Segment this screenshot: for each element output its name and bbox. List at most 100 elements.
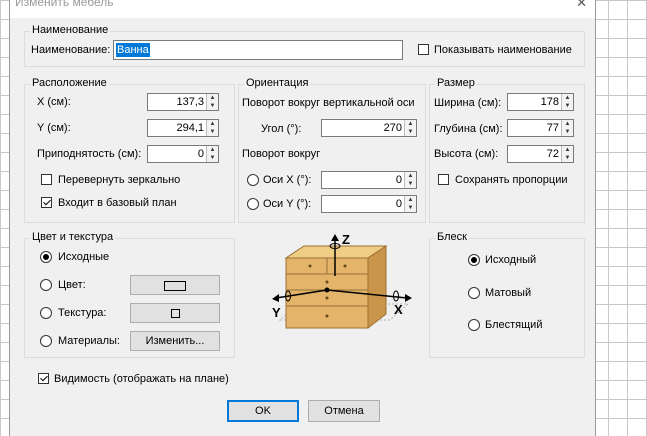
base-plan-checkbox[interactable] [41, 197, 52, 208]
matte-radio[interactable] [468, 287, 480, 299]
spin-up-icon[interactable]: ▲ [562, 120, 573, 128]
texture-swatch-icon [170, 309, 180, 318]
location-group-label: Расположение [30, 77, 109, 89]
y-field[interactable]: 294,1 ▲ ▼ [147, 119, 219, 137]
keep-proportions-label: Сохранять пропорции [455, 174, 568, 186]
axis-y-radio[interactable] [247, 198, 259, 210]
angle-value: 270 [383, 122, 402, 134]
elevation-label: Приподнятость (см): [37, 148, 142, 160]
visibility-label: Видимость (отображать на плане) [54, 373, 229, 385]
height-value: 72 [546, 148, 559, 160]
axis-x-value: 0 [395, 174, 402, 186]
spin-down-icon[interactable]: ▼ [562, 102, 573, 110]
visibility-checkbox[interactable] [38, 373, 49, 384]
default-shininess-radio[interactable] [468, 254, 480, 266]
spin-down-icon[interactable]: ▼ [207, 128, 218, 136]
depth-spinner[interactable]: ▲ ▼ [561, 120, 573, 136]
angle-field[interactable]: 270 ▲ ▼ [321, 119, 417, 137]
vertical-axis-label: Поворот вокруг вертикальной оси [242, 97, 415, 109]
axis-x-radio[interactable] [247, 174, 259, 186]
spin-up-icon[interactable]: ▲ [562, 146, 573, 154]
axis-y-field[interactable]: 0 ▲ ▼ [321, 195, 417, 213]
spin-down-icon[interactable]: ▼ [207, 102, 218, 110]
close-icon[interactable]: ✕ [576, 0, 587, 11]
height-spinner[interactable]: ▲ ▼ [561, 146, 573, 162]
spin-up-icon[interactable]: ▲ [207, 94, 218, 102]
name-group-label: Наименование [30, 24, 111, 36]
furniture-preview: Z Y X [272, 232, 412, 330]
y-spinner[interactable]: ▲ ▼ [206, 120, 218, 136]
width-value: 178 [540, 96, 559, 108]
name-label: Наименование: [31, 44, 111, 56]
materials-label: Материалы: [58, 335, 120, 347]
spin-up-icon[interactable]: ▲ [562, 94, 573, 102]
color-radio[interactable] [40, 279, 52, 291]
axis-y-glyph: Y [272, 305, 281, 320]
depth-field[interactable]: 77 ▲ ▼ [507, 119, 574, 137]
x-spinner[interactable]: ▲ ▼ [206, 94, 218, 110]
base-plan-label: Входит в базовый план [58, 197, 177, 209]
height-label: Высота (см): [434, 148, 499, 160]
name-input[interactable]: Ванна [113, 40, 403, 60]
mirror-label: Перевернуть зеркально [58, 174, 181, 186]
spin-down-icon[interactable]: ▼ [405, 180, 416, 188]
texture-button[interactable] [130, 303, 220, 323]
spin-down-icon[interactable]: ▼ [405, 204, 416, 212]
angle-spinner[interactable]: ▲ ▼ [404, 120, 416, 136]
depth-label: Глубина (см): [434, 123, 503, 135]
axis-x-spinner[interactable]: ▲ ▼ [404, 172, 416, 188]
color-swatch-icon [164, 281, 186, 291]
orientation-group-label: Ориентация [244, 77, 311, 89]
show-name-checkbox[interactable] [418, 44, 429, 55]
spin-up-icon[interactable]: ▲ [405, 196, 416, 204]
texture-label: Текстура: [58, 307, 107, 319]
spin-up-icon[interactable]: ▲ [207, 120, 218, 128]
width-spinner[interactable]: ▲ ▼ [561, 94, 573, 110]
shiny-radio[interactable] [468, 319, 480, 331]
axis-y-label: Оси Y (°): [263, 198, 312, 210]
mirror-checkbox[interactable] [41, 174, 52, 185]
default-shininess-label: Исходный [485, 254, 537, 266]
color-button[interactable] [130, 275, 220, 295]
x-label: X (см): [37, 96, 71, 108]
shiny-label: Блестящий [485, 319, 543, 331]
shininess-group-label: Блеск [435, 231, 469, 243]
elevation-spinner[interactable]: ▲ ▼ [206, 146, 218, 162]
ok-button[interactable]: OK [227, 400, 299, 422]
x-value: 137,3 [176, 96, 204, 108]
axis-x-field[interactable]: 0 ▲ ▼ [321, 171, 417, 189]
spin-up-icon[interactable]: ▲ [207, 146, 218, 154]
keep-proportions-checkbox[interactable] [438, 174, 449, 185]
width-label: Ширина (см): [434, 97, 502, 109]
elevation-value: 0 [197, 148, 204, 160]
name-value: Ванна [116, 43, 150, 57]
axis-y-value: 0 [395, 198, 402, 210]
elevation-field[interactable]: 0 ▲ ▼ [147, 145, 219, 163]
size-group-label: Размер [435, 77, 477, 89]
color-label: Цвет: [58, 279, 86, 291]
depth-value: 77 [546, 122, 559, 134]
height-field[interactable]: 72 ▲ ▼ [507, 145, 574, 163]
y-value: 294,1 [176, 122, 204, 134]
cancel-button[interactable]: Отмена [308, 400, 380, 422]
dialog-title: Изменить мебель [15, 0, 114, 9]
y-label: Y (см): [37, 122, 71, 134]
spin-up-icon[interactable]: ▲ [405, 172, 416, 180]
axis-z-glyph: Z [342, 232, 350, 247]
show-name-label: Показывать наименование [434, 44, 572, 56]
spin-up-icon[interactable]: ▲ [405, 120, 416, 128]
spin-down-icon[interactable]: ▼ [207, 154, 218, 162]
width-field[interactable]: 178 ▲ ▼ [507, 93, 574, 111]
axis-x-label: Оси X (°): [263, 174, 312, 186]
spin-down-icon[interactable]: ▼ [405, 128, 416, 136]
x-field[interactable]: 137,3 ▲ ▼ [147, 93, 219, 111]
color-texture-group-label: Цвет и текстура [30, 231, 116, 243]
spin-down-icon[interactable]: ▼ [562, 128, 573, 136]
materials-radio[interactable] [40, 335, 52, 347]
default-colors-radio[interactable] [40, 251, 52, 263]
default-colors-label: Исходные [58, 251, 110, 263]
texture-radio[interactable] [40, 307, 52, 319]
change-materials-button[interactable]: Изменить... [130, 331, 220, 351]
axis-y-spinner[interactable]: ▲ ▼ [404, 196, 416, 212]
spin-down-icon[interactable]: ▼ [562, 154, 573, 162]
